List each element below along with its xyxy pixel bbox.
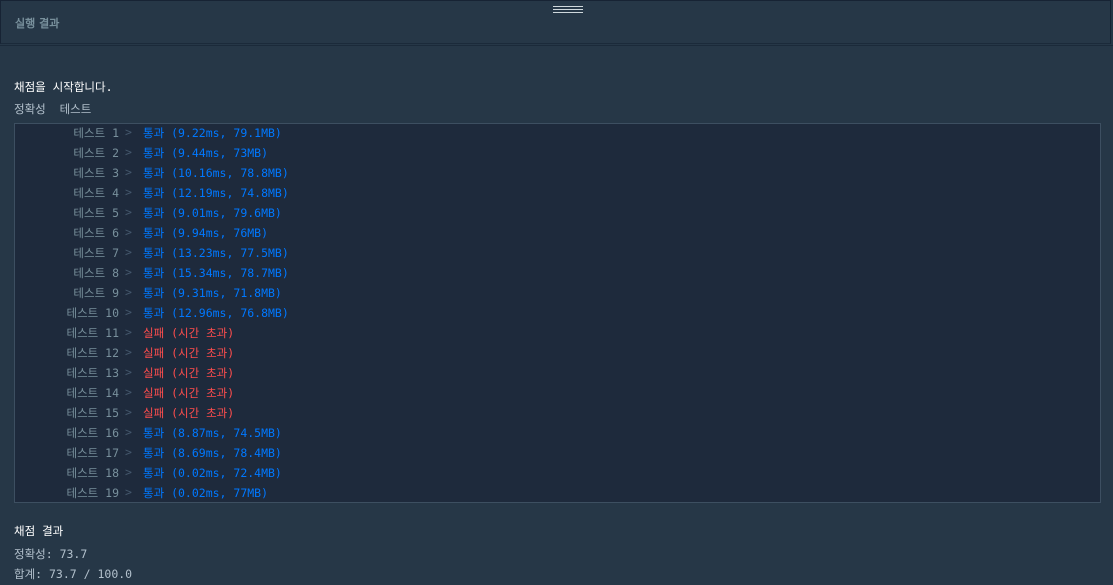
test-row: 테스트 9 > 통과 (9.31ms, 71.8MB) [15,285,1100,305]
test-label: 테스트 1 [73,126,119,140]
test-result: 통과 (15.34ms, 78.7MB) [143,266,289,280]
test-result: 통과 (0.02ms, 77MB) [143,486,269,500]
chevron-right-icon: > [125,165,132,179]
test-row: 테스트 12 > 실패 (시간 초과) [15,345,1100,365]
chevron-right-icon: > [125,465,132,479]
test-label: 테스트 5 [73,206,119,220]
chevron-right-icon: > [125,305,132,319]
result-console: 채점을 시작합니다. 정확성 테스트 테스트 1 > 통과 (9.22ms, 79.… [0,45,1113,585]
test-row: 테스트 11 > 실패 (시간 초과) [15,325,1100,345]
test-result: 실패 (시간 초과) [143,326,235,340]
test-label: 테스트 3 [73,166,119,180]
final-result-title: 채점 결과 [14,524,64,538]
result-panel-header: 실행 결과 [0,0,1111,44]
test-result: 통과 (13.23ms, 77.5MB) [143,246,289,260]
test-result: 통과 (9.44ms, 73MB) [143,146,269,160]
test-row: 테스트 1 > 통과 (9.22ms, 79.1MB) [15,125,1100,145]
test-row: 테스트 16 > 통과 (8.87ms, 74.5MB) [15,425,1100,445]
chevron-right-icon: > [125,445,132,459]
total-score: 합계: 73.7 / 100.0 [14,567,133,581]
test-label: 테스트 11 [66,326,119,340]
test-label: 테스트 18 [66,466,119,480]
chevron-right-icon: > [125,385,132,399]
test-label: 테스트 6 [73,226,119,240]
test-row: 테스트 2 > 통과 (9.44ms, 73MB) [15,145,1100,165]
test-row: 테스트 15 > 실패 (시간 초과) [15,405,1100,425]
test-label: 테스트 2 [73,146,119,160]
test-label: 테스트 12 [66,346,119,360]
test-result: 통과 (8.69ms, 78.4MB) [143,446,282,460]
test-label: 테스트 4 [73,186,119,200]
test-row: 테스트 8 > 통과 (15.34ms, 78.7MB) [15,265,1100,285]
panel-title: 실행 결과 [15,17,60,30]
chevron-right-icon: > [125,485,132,499]
chevron-right-icon: > [125,185,132,199]
test-result: 통과 (0.02ms, 72.4MB) [143,466,282,480]
test-label: 테스트 9 [73,286,119,300]
test-result: 통과 (9.22ms, 79.1MB) [143,126,282,140]
start-message: 채점을 시작합니다. [14,80,113,94]
chevron-right-icon: > [125,405,132,419]
test-row: 테스트 19 > 통과 (0.02ms, 77MB) [15,485,1100,505]
test-result: 통과 (12.96ms, 76.8MB) [143,306,289,320]
test-result: 통과 (9.31ms, 71.8MB) [143,286,282,300]
accuracy-score: 정확성: 73.7 [14,547,88,561]
test-row: 테스트 5 > 통과 (9.01ms, 79.6MB) [15,205,1100,225]
test-label: 테스트 16 [66,426,119,440]
test-label: 테스트 7 [73,246,119,260]
test-result: 통과 (10.16ms, 78.8MB) [143,166,289,180]
test-result: 통과 (12.19ms, 74.8MB) [143,186,289,200]
chevron-right-icon: > [125,425,132,439]
test-row: 테스트 4 > 통과 (12.19ms, 74.8MB) [15,185,1100,205]
test-label: 테스트 17 [66,446,119,460]
test-result: 통과 (8.87ms, 74.5MB) [143,426,282,440]
test-row: 테스트 7 > 통과 (13.23ms, 77.5MB) [15,245,1100,265]
test-row: 테스트 13 > 실패 (시간 초과) [15,365,1100,385]
test-label: 테스트 15 [66,406,119,420]
test-label: 테스트 13 [66,366,119,380]
test-result: 실패 (시간 초과) [143,346,235,360]
test-row: 테스트 18 > 통과 (0.02ms, 72.4MB) [15,465,1100,485]
test-row: 테스트 3 > 통과 (10.16ms, 78.8MB) [15,165,1100,185]
section-title: 정확성 테스트 [14,102,92,116]
test-result: 실패 (시간 초과) [143,366,235,380]
chevron-right-icon: > [125,125,132,139]
chevron-right-icon: > [125,205,132,219]
chevron-right-icon: > [125,225,132,239]
chevron-right-icon: > [125,245,132,259]
chevron-right-icon: > [125,145,132,159]
test-result-list: 테스트 1 > 통과 (9.22ms, 79.1MB) 테스트 2 > 통과 (9.44m… [14,123,1101,503]
test-result: 실패 (시간 초과) [143,406,235,420]
test-row: 테스트 17 > 통과 (8.69ms, 78.4MB) [15,445,1100,465]
chevron-right-icon: > [125,285,132,299]
test-label: 테스트 14 [66,386,119,400]
chevron-right-icon: > [125,325,132,339]
chevron-right-icon: > [125,345,132,359]
test-label: 테스트 8 [73,266,119,280]
test-result: 통과 (9.01ms, 79.6MB) [143,206,282,220]
resize-handle-icon[interactable] [553,6,583,14]
test-row: 테스트 14 > 실패 (시간 초과) [15,385,1100,405]
chevron-right-icon: > [125,265,132,279]
test-row: 테스트 6 > 통과 (9.94ms, 76MB) [15,225,1100,245]
test-label: 테스트 10 [66,306,119,320]
test-label: 테스트 19 [66,486,119,500]
test-row: 테스트 10 > 통과 (12.96ms, 76.8MB) [15,305,1100,325]
test-result: 실패 (시간 초과) [143,386,235,400]
chevron-right-icon: > [125,365,132,379]
test-result: 통과 (9.94ms, 76MB) [143,226,269,240]
